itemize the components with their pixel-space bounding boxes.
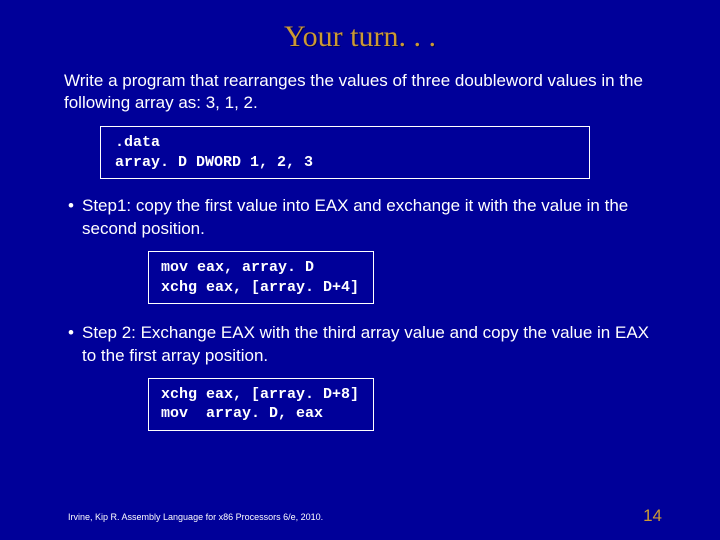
code-block-step2: xchg eax, [array. D+8] mov array. D, eax [148,378,374,431]
bullet-icon: • [68,195,82,218]
slide: Your turn. . . Write a program that rear… [0,0,720,449]
step-2-text: •Step 2: Exchange EAX with the third arr… [64,322,660,368]
step-1-text: •Step1: copy the first value into EAX an… [64,195,660,241]
step-2-label: Step 2: Exchange EAX with the third arra… [82,323,649,365]
bullet-icon: • [68,322,82,345]
page-number: 14 [643,506,662,526]
footer-citation: Irvine, Kip R. Assembly Language for x86… [68,512,323,522]
code-block-step1: mov eax, array. D xchg eax, [array. D+4] [148,251,374,304]
slide-title: Your turn. . . [60,20,660,54]
step-1-label: Step1: copy the first value into EAX and… [82,196,628,238]
intro-text: Write a program that rearranges the valu… [64,70,660,114]
code-block-data: .data array. D DWORD 1, 2, 3 [100,126,590,179]
